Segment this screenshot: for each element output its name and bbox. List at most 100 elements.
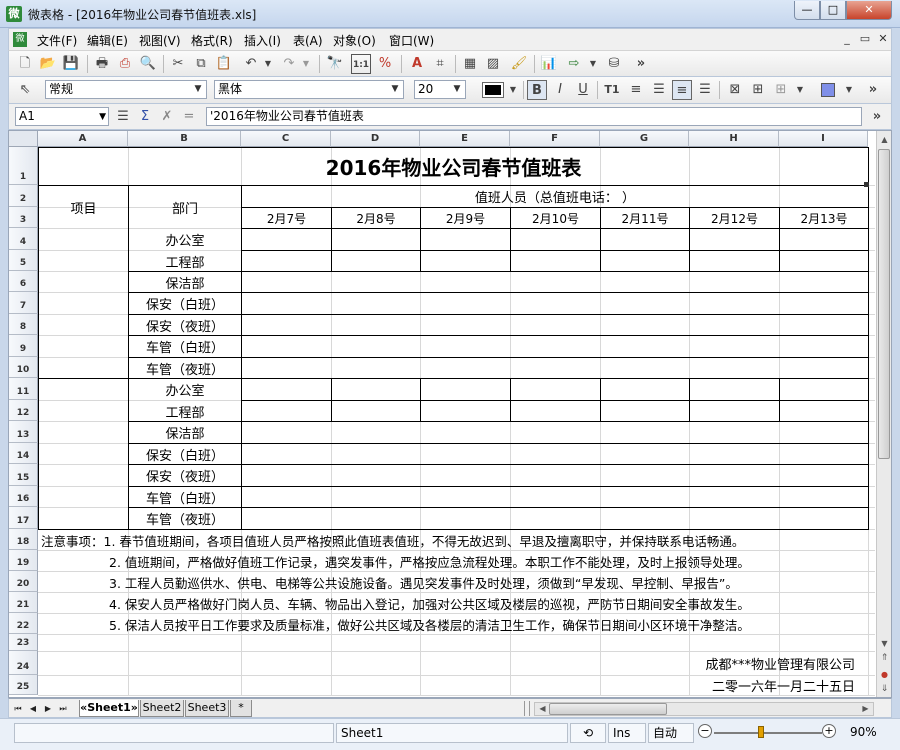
row-header-24[interactable]: 24 [9,651,38,675]
menu-view[interactable]: 视图(V) [139,32,181,49]
zoom-out-icon[interactable]: − [698,724,712,738]
select-browse-icon[interactable]: ● [877,667,891,682]
underline-icon[interactable]: U [573,80,593,100]
font-color-button[interactable] [482,82,504,98]
row-header-3[interactable]: 3 [9,207,38,228]
crop-icon[interactable]: ⌗ [430,54,450,74]
save-icon[interactable]: 💾 [61,54,81,74]
first-sheet-icon[interactable]: ⏮ [12,702,24,715]
align-right-icon[interactable]: ☰ [695,80,715,100]
column-header-f[interactable]: F [510,131,600,147]
row-header-16[interactable]: 16 [9,486,38,507]
row-header-15[interactable]: 15 [9,464,38,486]
redo-dropdown-icon[interactable]: ▼ [296,54,316,74]
select-pointer-icon[interactable]: ⇖ [15,80,35,100]
select-all-corner[interactable] [9,131,38,147]
row-header-4[interactable]: 4 [9,228,38,250]
row-header-12[interactable]: 12 [9,400,38,421]
maximize-button[interactable]: □ [820,1,846,20]
function-list-icon[interactable]: ☰ [113,107,133,127]
row-header-9[interactable]: 9 [9,335,38,357]
scroll-down-icon[interactable]: ▼ [877,636,891,651]
grid-lines-icon[interactable]: ▦ [460,54,480,74]
menu-file[interactable]: 文件(F) [37,32,77,49]
column-header-c[interactable]: C [241,131,331,147]
wrap-icon[interactable]: ⊞ [748,80,768,100]
menu-format[interactable]: 格式(R) [191,32,233,49]
row-header-2[interactable]: 2 [9,185,38,207]
column-header-g[interactable]: G [600,131,689,147]
borders-icon[interactable]: ⊞ [771,80,791,100]
zoom-slider[interactable] [714,732,822,734]
page-down-icon[interactable]: ⇓ [877,682,891,697]
menu-table[interactable]: 表(A) [293,32,323,49]
document-icon[interactable]: 微 [13,32,27,47]
format-painter-icon[interactable]: 🖌 [509,54,529,74]
row-header-8[interactable]: 8 [9,314,38,335]
row-header-18[interactable]: 18 [9,529,38,550]
find-icon[interactable]: 🔭 [325,54,345,74]
row-header-19[interactable]: 19 [9,550,38,571]
column-header-a[interactable]: A [38,131,128,147]
menu-object[interactable]: 对象(O) [333,32,376,49]
font-select[interactable]: 黑体 ▼ [214,80,404,99]
menu-edit[interactable]: 编辑(E) [87,32,128,49]
formula-equals-icon[interactable]: = [179,107,199,127]
export-dropdown-icon[interactable]: ▼ [583,54,603,74]
prev-sheet-icon[interactable]: ◀ [27,702,39,715]
status-auto-calc[interactable]: 自动 [648,723,694,743]
open-folder-icon[interactable]: 📂 [38,54,58,74]
column-header-b[interactable]: B [128,131,241,147]
page-up-icon[interactable]: ⇑ [877,651,891,666]
row-header-5[interactable]: 5 [9,250,38,271]
fill-handle[interactable] [864,182,869,187]
color-dropdown-icon[interactable]: ▼ [503,80,523,100]
formula-input[interactable]: '2016年物业公司春节值班表 [206,107,862,126]
column-header-i[interactable]: I [779,131,868,147]
last-sheet-icon[interactable]: ⏭ [57,702,69,715]
row-header-10[interactable]: 10 [9,357,38,378]
minimize-button[interactable]: — [794,1,820,20]
scroll-left-icon[interactable]: ◀ [535,702,550,715]
column-header-e[interactable]: E [420,131,510,147]
tab-sheet3[interactable]: Sheet3 [185,700,229,717]
column-header-d[interactable]: D [331,131,420,147]
paste-icon[interactable]: 📋 [214,54,234,74]
row-header-22[interactable]: 22 [9,613,38,634]
next-sheet-icon[interactable]: ▶ [42,702,54,715]
column-header-h[interactable]: H [689,131,779,147]
tab-add-sheet[interactable]: * [230,700,252,717]
doc-minimize-button[interactable]: _ [839,32,855,47]
toolbar-more-icon[interactable]: » [631,54,651,74]
row-header-1[interactable]: 1 [9,147,38,185]
copy-icon[interactable]: ⧉ [191,54,211,74]
chevron-down-icon[interactable]: ▼ [99,109,106,126]
row-header-23[interactable]: 23 [9,634,38,651]
database-icon[interactable]: ⛁ [604,54,624,74]
bold-icon[interactable]: B [527,80,547,100]
percent-icon[interactable]: % [375,54,395,74]
sum-icon[interactable]: Σ [135,107,155,127]
row-header-13[interactable]: 13 [9,421,38,443]
toolbar-more-icon[interactable]: » [863,80,883,100]
undo-dropdown-icon[interactable]: ▼ [258,54,278,74]
vertical-scroll-thumb[interactable] [878,149,890,459]
align-left-icon[interactable]: ≡ [626,80,646,100]
zoom-slider-handle[interactable] [758,726,764,738]
recalc-icon[interactable]: ⟲ [570,723,606,743]
row-header-6[interactable]: 6 [9,271,38,292]
text-style-icon[interactable]: T1 [602,80,622,100]
status-insert-mode[interactable]: Ins [608,723,646,743]
font-size-select[interactable]: 20 ▼ [414,80,466,99]
export-icon[interactable]: ⇨ [564,54,584,74]
doc-restore-button[interactable]: ▭ [857,32,873,47]
menu-window[interactable]: 窗口(W) [389,32,434,49]
tab-sheet2[interactable]: Sheet2 [140,700,184,717]
text-box-icon[interactable]: A [407,54,427,74]
horizontal-scroll-thumb[interactable] [549,703,667,715]
row-header-7[interactable]: 7 [9,292,38,314]
scroll-up-icon[interactable]: ▲ [877,132,891,147]
merge-cells-icon[interactable]: ⊠ [725,80,745,100]
row-header-14[interactable]: 14 [9,443,38,464]
pattern-icon[interactable]: ▨ [483,54,503,74]
